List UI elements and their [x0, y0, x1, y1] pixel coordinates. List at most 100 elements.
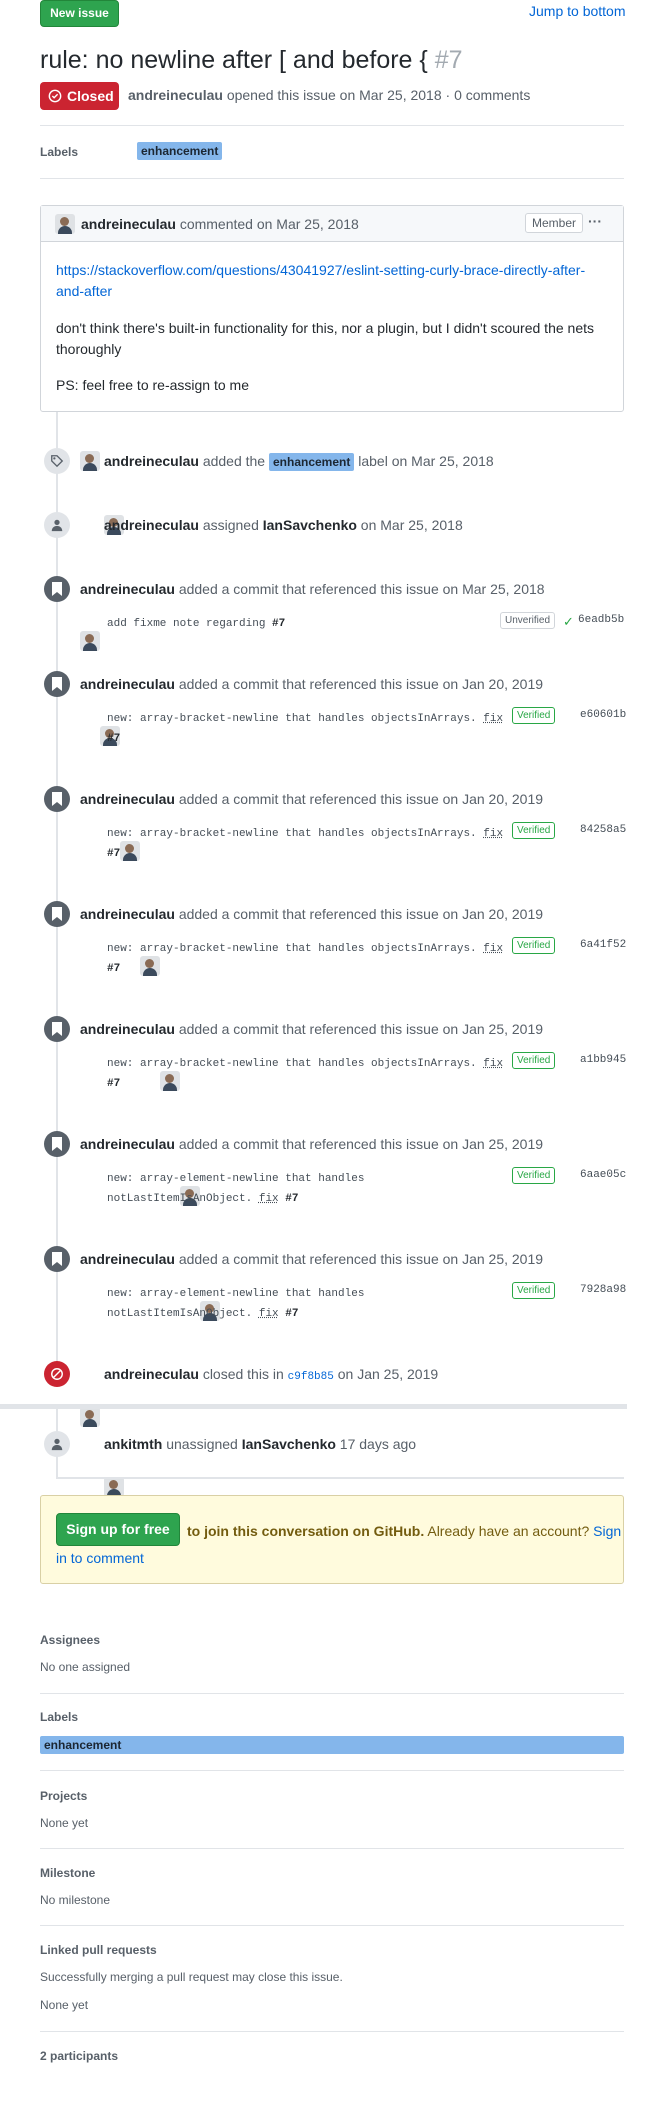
fix-link[interactable]: fix — [483, 1058, 503, 1070]
verification-badge[interactable]: Unverified — [500, 612, 555, 629]
sign-in-link[interactable]: Sign — [593, 1523, 621, 1539]
issue-title: rule: no newline after [ and before { — [40, 46, 428, 74]
actor-link[interactable]: andreineculau — [80, 1136, 175, 1152]
verification-badge[interactable]: Verified — [512, 707, 555, 724]
sign-in-link[interactable]: in to comment — [56, 1550, 144, 1566]
avatar[interactable] — [80, 631, 100, 651]
fix-link[interactable]: fix — [259, 1308, 279, 1320]
commit-sha-link[interactable]: 6aae05c — [580, 1169, 626, 1181]
commit-message[interactable]: new: array-element-newline that handles n… — [107, 1169, 364, 1209]
status-badge: Closed — [40, 82, 119, 110]
actor-link[interactable]: andreineculau — [80, 1251, 175, 1267]
linked-pr-description: Successfully merging a pull request may … — [40, 1970, 343, 1984]
commit-sha-link[interactable]: a1bb945 — [580, 1054, 626, 1066]
commit-message[interactable]: new: array-bracket-newline that handles … — [107, 709, 503, 749]
actor-link[interactable]: andreineculau — [80, 676, 175, 692]
fix-link[interactable]: fix — [483, 828, 503, 840]
person-icon — [44, 512, 70, 538]
commit-sha-link[interactable]: e60601b — [580, 709, 626, 721]
issue-ref-link[interactable]: #7 — [107, 848, 120, 860]
divider — [40, 1925, 624, 1926]
comment-meta: andreineculau commented on Mar 25, 2018 — [81, 214, 359, 234]
unassigned-event: ankitmth unassigned IanSavchenko 17 days… — [104, 1434, 416, 1454]
commit-event: andreineculau added a commit that refere… — [80, 789, 543, 809]
commit-event: andreineculau added a commit that refere… — [80, 579, 545, 599]
divider — [56, 1477, 624, 1479]
tag-icon — [44, 448, 70, 474]
bookmark-icon — [44, 671, 70, 697]
issue-ref-link[interactable]: #7 — [107, 733, 120, 745]
projects-heading[interactable]: Projects — [40, 1789, 87, 1803]
issue-ref-link[interactable]: #7 — [272, 618, 285, 630]
labels-sidebar-heading[interactable]: Labels — [40, 1710, 78, 1724]
divider — [40, 1693, 624, 1694]
stackoverflow-link[interactable]: https://stackoverflow.com/questions/4304… — [56, 260, 616, 302]
commit-sha-link[interactable]: 6eadb5b — [578, 614, 624, 626]
bookmark-icon — [44, 786, 70, 812]
commit-event: andreineculau added a commit that refere… — [80, 904, 543, 924]
more-options-icon[interactable]: ··· — [588, 213, 602, 229]
verification-badge[interactable]: Verified — [512, 1052, 555, 1069]
divider — [40, 1770, 624, 1771]
bookmark-icon — [44, 1246, 70, 1272]
new-issue-button[interactable]: New issue — [40, 0, 119, 27]
actor-link[interactable]: andreineculau — [80, 906, 175, 922]
divider — [40, 1848, 624, 1849]
commit-message[interactable]: new: array-element-newline that handles n… — [107, 1284, 364, 1324]
enhancement-label[interactable]: enhancement — [269, 453, 354, 471]
comment-paragraph: PS: feel free to re-assign to me — [56, 377, 249, 393]
actor-link[interactable]: andreineculau — [80, 581, 175, 597]
commit-message[interactable]: new: array-bracket-newline that handles … — [107, 1054, 503, 1094]
labels-heading: Labels — [40, 145, 78, 159]
assignee-link[interactable]: IanSavchenko — [263, 517, 357, 533]
fix-link[interactable]: fix — [483, 713, 503, 725]
verification-badge[interactable]: Verified — [512, 937, 555, 954]
jump-to-bottom-link[interactable]: Jump to bottom — [529, 3, 626, 19]
commit-message[interactable]: add fixme note regarding #7 — [107, 614, 285, 634]
issue-meta: andreineculau opened this issue on Mar 2… — [128, 87, 530, 103]
fix-link[interactable]: fix — [483, 943, 503, 955]
issue-ref-link[interactable]: #7 — [285, 1308, 298, 1320]
commit-message[interactable]: new: array-bracket-newline that handles … — [107, 824, 503, 864]
assignee-link[interactable]: IanSavchenko — [242, 1436, 336, 1452]
commit-sha-link[interactable]: 6a41f52 — [580, 939, 626, 951]
comment-author-link[interactable]: andreineculau — [81, 216, 176, 232]
commit-event: andreineculau added a commit that refere… — [80, 674, 543, 694]
avatar[interactable] — [80, 451, 100, 471]
commit-sha-link[interactable]: 84258a5 — [580, 824, 626, 836]
avatar[interactable] — [55, 214, 75, 234]
linked-pr-value: None yet — [40, 1998, 88, 2012]
page-title: rule: no newline after [ and before { #7 — [40, 44, 463, 76]
actor-link[interactable]: andreineculau — [104, 453, 199, 469]
projects-value: None yet — [40, 1816, 88, 1830]
issue-ref-link[interactable]: #7 — [285, 1193, 298, 1205]
avatar[interactable] — [80, 1407, 100, 1427]
closed-icon — [44, 1361, 70, 1387]
participants-heading: 2 participants — [40, 2049, 118, 2063]
commit-sha-link[interactable]: 7928a98 — [580, 1284, 626, 1296]
signup-text: to join this conversation on GitHub. Alr… — [187, 1521, 621, 1541]
verification-badge[interactable]: Verified — [512, 822, 555, 839]
actor-link[interactable]: andreineculau — [80, 791, 175, 807]
actor-link[interactable]: andreineculau — [104, 517, 199, 533]
commit-message[interactable]: new: array-bracket-newline that handles … — [107, 939, 503, 979]
issue-author-link[interactable]: andreineculau — [128, 87, 223, 103]
issue-ref-link[interactable]: #7 — [107, 963, 120, 975]
enhancement-label[interactable]: enhancement — [40, 1736, 624, 1754]
assignees-heading[interactable]: Assignees — [40, 1633, 100, 1647]
issue-ref-link[interactable]: #7 — [107, 1078, 120, 1090]
enhancement-label[interactable]: enhancement — [137, 142, 222, 160]
milestone-heading[interactable]: Milestone — [40, 1866, 95, 1880]
avatar[interactable] — [104, 1477, 124, 1497]
verification-badge[interactable]: Verified — [512, 1282, 555, 1299]
issue-number: #7 — [435, 46, 463, 74]
commit-sha-link[interactable]: c9f8b85 — [288, 1371, 334, 1383]
fix-link[interactable]: fix — [259, 1193, 279, 1205]
comment-paragraph: don't think there's built-in functionali… — [56, 318, 616, 360]
actor-link[interactable]: andreineculau — [80, 1021, 175, 1037]
commit-event: andreineculau added a commit that refere… — [80, 1019, 543, 1039]
actor-link[interactable]: andreineculau — [104, 1366, 199, 1382]
sign-up-button[interactable]: Sign up for free — [56, 1513, 180, 1546]
verification-badge[interactable]: Verified — [512, 1167, 555, 1184]
actor-link[interactable]: ankitmth — [104, 1436, 162, 1452]
